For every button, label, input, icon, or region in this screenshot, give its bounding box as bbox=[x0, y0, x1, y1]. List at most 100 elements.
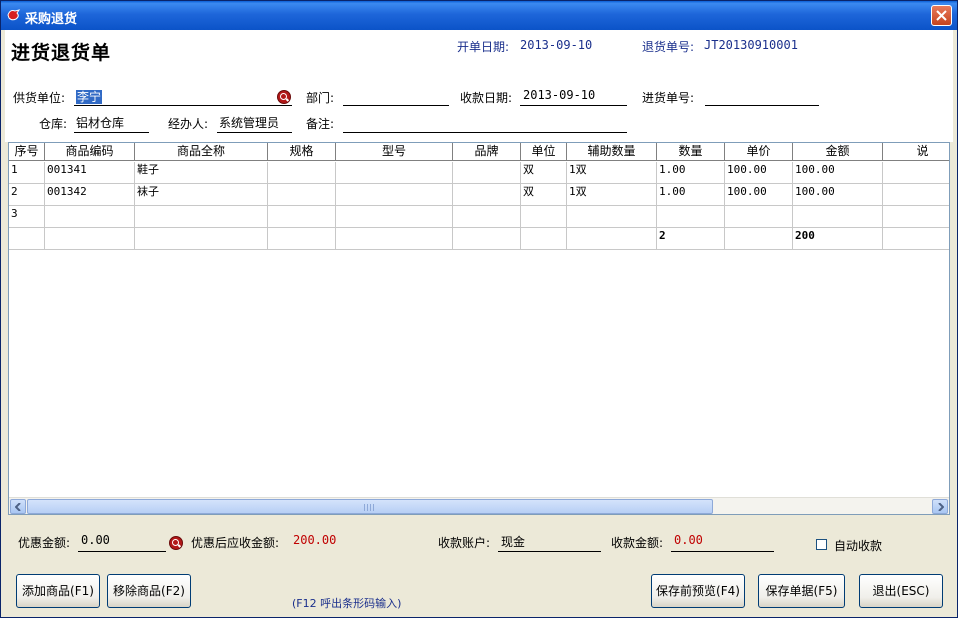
receipt-date-field[interactable]: 2013-09-10 bbox=[523, 88, 595, 102]
title-bar[interactable]: 采购退货 bbox=[1, 1, 957, 30]
discount-field[interactable]: 0.00 bbox=[81, 533, 110, 547]
arrow-right-icon bbox=[938, 503, 944, 511]
table-cell[interactable] bbox=[268, 206, 336, 228]
table-cell[interactable] bbox=[336, 162, 453, 184]
discount-search-icon[interactable] bbox=[169, 536, 183, 550]
table-cell[interactable]: 100.00 bbox=[725, 184, 793, 206]
total-cell[interactable] bbox=[883, 228, 949, 250]
column-header[interactable]: 型号 bbox=[336, 143, 453, 161]
exit-button[interactable]: 退出(ESC) bbox=[859, 574, 943, 608]
scroll-thumb[interactable] bbox=[27, 499, 713, 514]
table-cell[interactable]: 001342 bbox=[45, 184, 135, 206]
total-cell[interactable] bbox=[45, 228, 135, 250]
table-cell[interactable] bbox=[135, 206, 268, 228]
table-cell[interactable]: 袜子 bbox=[135, 184, 268, 206]
receipt-amount-field[interactable]: 0.00 bbox=[674, 533, 703, 547]
total-cell[interactable] bbox=[521, 228, 567, 250]
table-cell[interactable]: 100.00 bbox=[725, 162, 793, 184]
table-cell[interactable]: 001341 bbox=[45, 162, 135, 184]
save-button[interactable]: 保存单据(F5) bbox=[758, 574, 845, 608]
total-cell[interactable] bbox=[453, 228, 521, 250]
table-cell[interactable]: 100.00 bbox=[793, 184, 883, 206]
table-cell[interactable]: 1.00 bbox=[657, 162, 725, 184]
column-header[interactable]: 单位 bbox=[521, 143, 567, 161]
total-cell[interactable]: 200 bbox=[793, 228, 883, 250]
table-cell[interactable]: 双 bbox=[521, 184, 567, 206]
preview-button[interactable]: 保存前预览(F4) bbox=[651, 574, 745, 608]
table-cell[interactable] bbox=[45, 206, 135, 228]
table-cell[interactable] bbox=[567, 206, 657, 228]
grid-header: 序号 商品编码 商品全称 规格 型号 品牌 单位 辅助数量 数量 单价 金额说 bbox=[9, 143, 949, 161]
items-grid[interactable]: 序号 商品编码 商品全称 规格 型号 品牌 单位 辅助数量 数量 单价 金额说 1 001341 鞋子双… bbox=[8, 142, 950, 515]
table-cell[interactable] bbox=[453, 162, 521, 184]
app-icon bbox=[7, 9, 21, 21]
column-header[interactable]: 数量 bbox=[657, 143, 725, 161]
table-cell[interactable] bbox=[268, 162, 336, 184]
remark-underline bbox=[343, 132, 627, 133]
purchase-no-underline bbox=[705, 105, 819, 106]
total-cell[interactable] bbox=[725, 228, 793, 250]
table-cell[interactable] bbox=[336, 184, 453, 206]
open-date-value: 2013-09-10 bbox=[520, 38, 593, 52]
column-header[interactable]: 品牌 bbox=[453, 143, 521, 161]
table-cell[interactable]: 1双 bbox=[567, 162, 657, 184]
table-cell[interactable] bbox=[725, 206, 793, 228]
table-cell[interactable]: 3 bbox=[9, 206, 45, 228]
auto-receipt-label: 自动收款 bbox=[834, 539, 883, 553]
table-cell[interactable]: 2 bbox=[9, 184, 45, 206]
footer-panel: 优惠金额: 0.00 优惠后应收金额: 200.00 收款账户: 现金 收款金额… bbox=[5, 517, 953, 615]
table-cell[interactable] bbox=[336, 206, 453, 228]
column-header[interactable]: 序号 bbox=[9, 143, 45, 161]
table-cell[interactable] bbox=[883, 184, 949, 206]
table-cell[interactable]: 1 bbox=[9, 162, 45, 184]
table-row[interactable]: 3 bbox=[9, 206, 949, 228]
column-header[interactable]: 金额 bbox=[793, 143, 883, 161]
table-cell[interactable] bbox=[521, 206, 567, 228]
table-cell[interactable] bbox=[268, 184, 336, 206]
column-header[interactable]: 规格 bbox=[268, 143, 336, 161]
account-field[interactable]: 现金 bbox=[501, 533, 525, 550]
totals-row[interactable]: 2 200 bbox=[9, 228, 949, 250]
table-cell[interactable]: 双 bbox=[521, 162, 567, 184]
handler-field[interactable]: 系统管理员 bbox=[219, 114, 279, 131]
close-button[interactable] bbox=[931, 5, 952, 26]
purchase-return-window: 采购退货 进货退货单 开单日期: 2013-09-10 退货单号: JT2013… bbox=[0, 0, 958, 618]
department-label: 部门: bbox=[306, 91, 335, 105]
remove-item-button[interactable]: 移除商品(F2) bbox=[107, 574, 191, 608]
open-date-label: 开单日期: bbox=[457, 40, 510, 54]
table-cell[interactable]: 1.00 bbox=[657, 184, 725, 206]
scroll-right-button[interactable] bbox=[932, 499, 948, 514]
table-cell[interactable]: 1双 bbox=[567, 184, 657, 206]
table-cell[interactable]: 鞋子 bbox=[135, 162, 268, 184]
table-cell[interactable] bbox=[657, 206, 725, 228]
department-underline bbox=[343, 105, 449, 106]
account-underline bbox=[498, 551, 601, 552]
column-header[interactable]: 说 bbox=[883, 143, 949, 161]
table-row[interactable]: 1 001341 鞋子双 1双 1.00 100.00 100.00 bbox=[9, 162, 949, 184]
receipt-date-underline bbox=[520, 105, 627, 106]
column-header[interactable]: 商品全称 bbox=[135, 143, 268, 161]
table-cell[interactable] bbox=[883, 162, 949, 184]
auto-receipt-checkbox[interactable] bbox=[816, 539, 827, 550]
scroll-left-button[interactable] bbox=[10, 499, 26, 514]
table-row[interactable]: 2 001342 袜子双 1双 1.00 100.00 100.00 bbox=[9, 184, 949, 206]
column-header[interactable]: 单价 bbox=[725, 143, 793, 161]
total-cell[interactable] bbox=[135, 228, 268, 250]
total-cell[interactable] bbox=[336, 228, 453, 250]
total-cell[interactable] bbox=[268, 228, 336, 250]
horizontal-scrollbar[interactable] bbox=[9, 497, 949, 514]
column-header[interactable]: 辅助数量 bbox=[567, 143, 657, 161]
warehouse-field[interactable]: 铝材仓库 bbox=[76, 114, 124, 131]
total-cell[interactable]: 2 bbox=[657, 228, 725, 250]
table-cell[interactable] bbox=[883, 206, 949, 228]
total-cell[interactable] bbox=[567, 228, 657, 250]
supplier-field[interactable]: 李宁 bbox=[76, 88, 103, 105]
table-cell[interactable] bbox=[453, 184, 521, 206]
table-cell[interactable] bbox=[793, 206, 883, 228]
supplier-search-icon[interactable] bbox=[277, 90, 291, 104]
total-cell[interactable] bbox=[9, 228, 45, 250]
table-cell[interactable] bbox=[453, 206, 521, 228]
add-item-button[interactable]: 添加商品(F1) bbox=[16, 574, 100, 608]
table-cell[interactable]: 100.00 bbox=[793, 162, 883, 184]
column-header[interactable]: 商品编码 bbox=[45, 143, 135, 161]
